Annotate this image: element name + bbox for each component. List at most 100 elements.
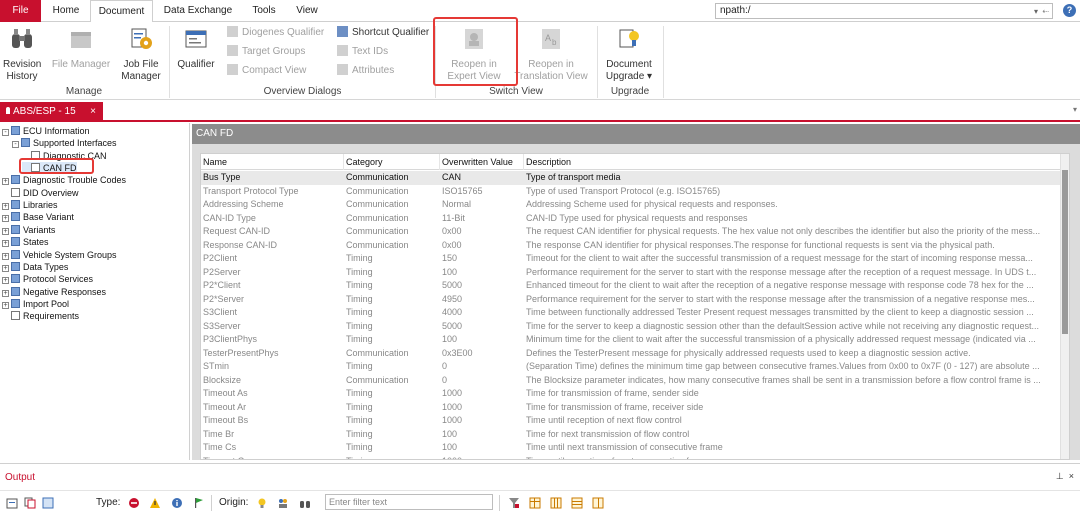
cell-overwritten-value[interactable]: 11-Bit [440, 212, 524, 226]
tree-node[interactable]: + Protocol Services [2, 273, 93, 285]
table-layout-icon[interactable] [571, 497, 583, 509]
cell-overwritten-value[interactable]: 1000 [440, 387, 524, 401]
table-row[interactable]: Timeout As Timing 1000 Time for transmissio… [201, 387, 1061, 401]
lightbulb-icon[interactable] [256, 497, 268, 509]
shortcut-qualifier-button[interactable]: Shortcut Qualifier [337, 26, 429, 39]
table-row[interactable]: P2Server Timing 100 Performance requirement… [201, 266, 1061, 280]
cell-overwritten-value[interactable]: 1000 [440, 414, 524, 428]
error-icon[interactable] [128, 497, 140, 509]
tab-tools[interactable]: Tools [244, 0, 284, 22]
close-icon[interactable]: × [90, 102, 96, 122]
expand-icon[interactable]: + [2, 289, 9, 297]
copy-output-icon[interactable] [24, 497, 36, 509]
reopen-translation-view-button[interactable]: Ab Reopen in Translation View [511, 26, 591, 83]
expand-icon[interactable]: + [2, 264, 9, 272]
npath-combobox[interactable]: npath:/ ▾ ⇠ [715, 3, 1053, 19]
tab-file[interactable]: File [0, 0, 41, 22]
clear-output-icon[interactable] [6, 497, 18, 509]
tree-node[interactable]: + Vehicle System Groups [2, 249, 117, 261]
cell-overwritten-value[interactable]: 150 [440, 252, 524, 266]
cell-overwritten-value[interactable]: 100 [440, 333, 524, 347]
warning-icon[interactable] [149, 497, 161, 509]
table-row[interactable]: P3ClientPhys Timing 100 Minimum time for th… [201, 333, 1061, 347]
expand-icon[interactable]: + [2, 203, 9, 211]
close-icon[interactable]: × [1069, 471, 1074, 481]
cell-overwritten-value[interactable]: 1000 [440, 401, 524, 415]
cell-overwritten-value[interactable]: ISO15765 [440, 185, 524, 199]
details-layout-icon[interactable] [592, 497, 604, 509]
grid-layout-icon[interactable] [529, 497, 541, 509]
table-row[interactable]: Timeout Bs Timing 1000 Time until reception… [201, 414, 1061, 428]
column-header-category[interactable]: Category [344, 154, 440, 170]
tree-node[interactable]: DID Overview [2, 187, 79, 199]
expand-icon[interactable]: + [2, 178, 9, 186]
cell-overwritten-value[interactable]: 1000 [440, 455, 524, 460]
table-row[interactable]: Blocksize Communication 0 The Blocksize par… [201, 374, 1061, 388]
table-row[interactable]: Request CAN-ID Communication 0x00 The reque… [201, 225, 1061, 239]
text-ids-button[interactable]: Text IDs [337, 45, 388, 58]
cell-overwritten-value[interactable]: 100 [440, 441, 524, 455]
clear-filter-icon[interactable] [508, 497, 520, 509]
tree-node[interactable]: - Supported Interfaces [12, 137, 117, 149]
table-row[interactable]: P2*Client Timing 5000 Enhanced timeout for … [201, 279, 1061, 293]
table-row[interactable]: STmin Timing 0 (Separation Time) defines th… [201, 360, 1061, 374]
tree-node[interactable]: Requirements [2, 310, 79, 322]
column-header-description[interactable]: Description [524, 154, 1061, 170]
pin-icon[interactable]: ⊥ [1056, 471, 1064, 481]
tree-node[interactable]: + Libraries [2, 199, 58, 211]
tree-node[interactable]: + Data Types [2, 261, 68, 273]
expand-icon[interactable]: + [2, 227, 9, 235]
help-icon[interactable]: ? [1063, 4, 1076, 17]
attributes-button[interactable]: Attributes [337, 64, 394, 77]
table-row[interactable]: P2*Server Timing 4950 Performance requireme… [201, 293, 1061, 307]
document-upgrade-button[interactable]: Document Upgrade ▾ [600, 26, 658, 83]
job-file-manager-button[interactable]: Job File Manager [118, 26, 164, 83]
table-row[interactable]: Bus Type Communication CAN Type of transpor… [201, 171, 1061, 185]
users-icon[interactable] [277, 497, 289, 509]
table-row[interactable]: Response CAN-ID Communication 0x00 The resp… [201, 239, 1061, 253]
table-row[interactable]: Timeout CrTiming1000Time until reception… [201, 455, 1061, 460]
cell-overwritten-value[interactable]: 4000 [440, 306, 524, 320]
file-manager-button[interactable]: File Manager [49, 26, 113, 71]
cell-overwritten-value[interactable]: 4950 [440, 293, 524, 307]
expand-icon[interactable]: + [2, 252, 9, 260]
table-row[interactable]: P2Client Timing 150 Timeout for the client … [201, 252, 1061, 266]
table-row[interactable]: CAN-ID Type Communication 11-Bit CAN-ID Typ… [201, 212, 1061, 226]
tab-data-exchange[interactable]: Data Exchange [158, 0, 238, 22]
compact-view-button[interactable]: Compact View [227, 64, 306, 77]
flag-icon[interactable] [193, 497, 205, 509]
document-tab-abs-esp[interactable]: ABS/ESP - 15 × [0, 102, 103, 122]
cell-overwritten-value[interactable]: 0x3E00 [440, 347, 524, 361]
table-row[interactable]: S3Server Timing 5000 Time for the server to… [201, 320, 1061, 334]
navigate-back-icon[interactable]: ⇠ [1042, 5, 1049, 19]
collapse-icon[interactable]: - [12, 141, 19, 149]
diogenes-qualifier-button[interactable]: Diogenes Qualifier [227, 26, 324, 39]
table-row[interactable]: S3Client Timing 4000 Time between functiona… [201, 306, 1061, 320]
cell-overwritten-value[interactable]: 0x00 [440, 239, 524, 253]
scrollbar-thumb[interactable] [1062, 170, 1068, 334]
qualifier-button[interactable]: Qualifier [175, 26, 217, 71]
tree-node[interactable]: + Negative Responses [2, 286, 106, 298]
table-row[interactable]: TesterPresentPhys Communication 0x3E00 Defi… [201, 347, 1061, 361]
parameter-grid[interactable]: Name Category Overwritten Value Descript… [200, 153, 1070, 460]
cell-overwritten-value[interactable]: Normal [440, 198, 524, 212]
info-icon[interactable] [171, 497, 183, 509]
table-row[interactable]: Time Br Timing 100 Time for next transmissi… [201, 428, 1061, 442]
filter-text-input[interactable] [325, 494, 493, 510]
column-header-name[interactable]: Name [201, 154, 344, 170]
pin-icon[interactable] [6, 107, 10, 114]
expand-icon[interactable]: + [2, 240, 9, 248]
chevron-down-icon[interactable]: ▾ [1034, 5, 1038, 19]
cell-overwritten-value[interactable]: 5000 [440, 320, 524, 334]
table-row[interactable]: Timeout Ar Timing 1000 Time for transmissio… [201, 401, 1061, 415]
tree-node[interactable]: + Base Variant [2, 211, 74, 223]
chevron-down-icon[interactable]: ▾ [1073, 105, 1077, 114]
tree-node[interactable]: + Diagnostic Trouble Codes [2, 174, 126, 186]
target-groups-button[interactable]: Target Groups [227, 45, 305, 58]
cell-overwritten-value[interactable]: CAN [440, 171, 524, 185]
cell-overwritten-value[interactable]: 100 [440, 266, 524, 280]
binoculars-icon[interactable] [299, 497, 311, 509]
tab-view[interactable]: View [289, 0, 325, 22]
tree-node[interactable]: - ECU Information [2, 125, 90, 137]
table-row[interactable]: Addressing Scheme Communication Normal Addr… [201, 198, 1061, 212]
